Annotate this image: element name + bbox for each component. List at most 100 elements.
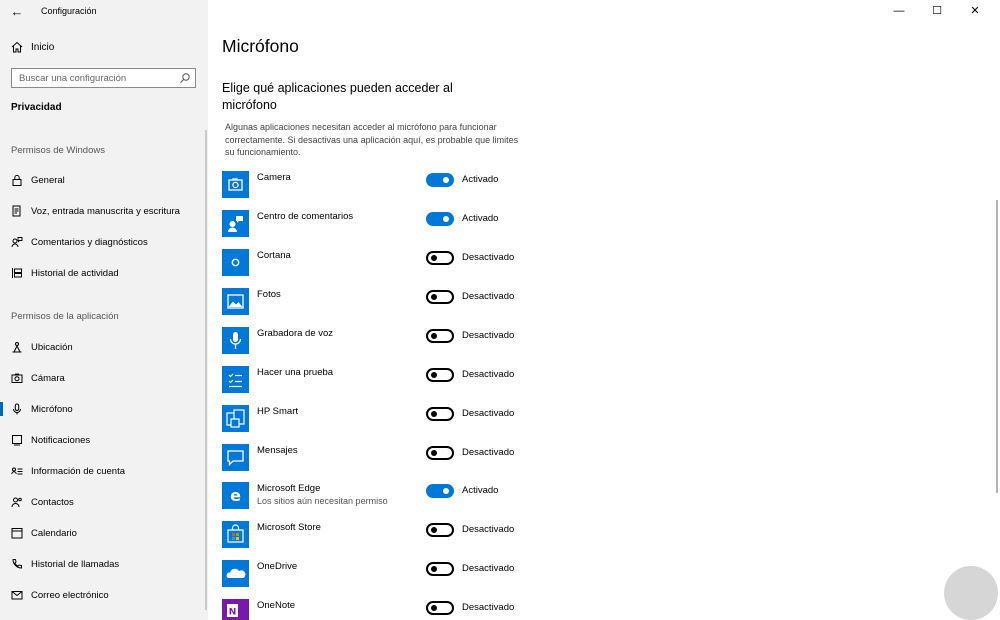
sidebar-item-location[interactable]: Ubicación [0,335,208,359]
title-bar: ← Configuración [0,0,208,24]
edge-icon: e [222,482,249,509]
toggle-state-label: Desactivado [462,563,515,574]
toggle-knob [431,527,437,533]
sidebar-item-label: General [31,175,65,186]
app-row-onenote: N OneNote Desactivado [222,599,522,620]
photos-icon [222,288,249,315]
contacts-icon [11,497,22,508]
svg-text:e: e [230,486,241,505]
app-name: Cortana [257,250,291,261]
sidebar-item-calendar[interactable]: Calendario [0,521,208,545]
location-icon [12,342,22,353]
home-nav-item[interactable]: Inicio [0,38,208,58]
toggle-switch[interactable] [426,290,454,304]
back-button[interactable]: ← [8,4,26,20]
search-icon[interactable] [179,72,191,84]
toggle-switch[interactable] [426,562,454,576]
document-pen-icon [12,205,21,217]
account-info-icon [11,467,23,475]
section-description: Algunas aplicaciones necesitan acceder a… [225,122,519,157]
sidebar-item-label: Micrófono [31,404,73,415]
toggle-switch[interactable] [426,407,454,421]
app-name: Grabadora de voz [257,328,334,339]
window-controls: — ☐ ✕ [880,0,1000,24]
toggle-knob [431,294,437,300]
timeline-icon [12,268,22,278]
app-row-hp-smart: HP Smart Desactivado [222,405,522,435]
search-input[interactable] [12,69,177,87]
toggle-switch[interactable] [426,446,454,460]
mail-icon [11,591,23,600]
toggle-switch[interactable] [426,523,454,537]
sidebar-item-activity[interactable]: Historial de actividad [0,261,208,285]
feedback-hub-icon [222,210,249,237]
toggle-knob [431,333,437,339]
toggle-knob [431,411,437,417]
sidebar-item-account-info[interactable]: Información de cuenta [0,459,208,483]
toggle-state-label: Desactivado [462,252,515,263]
sidebar-item-email[interactable]: Correo electrónico [0,583,208,607]
test-checklist-icon [222,366,249,393]
app-row-messages: Mensajes Desactivado [222,444,522,474]
toggle-state-label: Desactivado [462,369,515,380]
home-label: Inicio [31,42,55,53]
sidebar-item-label: Historial de actividad [31,268,119,279]
sidebar-item-label: Cámara [31,373,65,384]
camera-app-icon [222,171,249,198]
group-header-app-permissions: Permisos de la aplicación [11,311,119,322]
toggle-knob [431,372,437,378]
app-name: Centro de comentarios [257,211,354,222]
toggle-switch[interactable] [426,251,454,265]
toggle-switch[interactable] [426,212,454,226]
hp-smart-icon [222,405,249,432]
toggle-switch[interactable] [426,329,454,343]
app-row-photos: Fotos Desactivado [222,288,522,318]
section-subheading: Elige qué aplicaciones pueden acceder al… [222,81,453,112]
sidebar-item-general[interactable]: General [0,168,208,192]
sidebar-item-feedback[interactable]: Comentarios y diagnósticos [0,230,208,254]
cortana-icon [222,249,249,276]
sidebar-item-contacts[interactable]: Contactos [0,490,208,514]
toggle-knob [443,216,449,222]
sidebar-item-call-history[interactable]: Historial de llamadas [0,552,208,576]
toggle-state-label: Desactivado [462,291,515,302]
toggle-knob [431,605,437,611]
lock-icon [12,174,22,186]
app-row-camera: Camera Activado [222,171,522,201]
sidebar-item-voice[interactable]: Voz, entrada manuscrita y escritura [0,199,208,223]
notification-icon [12,435,22,446]
toggle-switch[interactable] [426,484,454,498]
toggle-state-label: Activado [462,485,499,496]
app-subtitle: Los sitios aún necesitan permiso [257,496,388,506]
search-box[interactable] [11,68,196,88]
camera-icon [11,373,23,383]
close-button[interactable]: ✕ [956,0,994,22]
toggle-knob [431,450,437,456]
app-name: Microsoft Store [257,522,321,533]
home-icon [11,41,23,53]
toggle-knob [443,177,449,183]
minimize-button[interactable]: — [880,0,918,22]
app-name: Microsoft Edge [257,483,321,494]
maximize-button[interactable]: ☐ [918,0,956,22]
calendar-icon [11,528,23,539]
toggle-state-label: Activado [462,174,499,185]
app-row-edge: e Microsoft Edge Los sitios aún necesita… [222,482,522,512]
app-title: Configuración [41,6,97,16]
store-icon [222,521,249,548]
sidebar-item-camera[interactable]: Cámara [0,366,208,390]
toggle-switch[interactable] [426,368,454,382]
sidebar-item-microphone[interactable]: Micrófono [0,397,208,421]
toggle-switch[interactable] [426,173,454,187]
toggle-knob [443,488,449,494]
app-name: OneDrive [257,561,298,572]
toggle-state-label: Desactivado [462,602,515,613]
sidebar-item-label: Notificaciones [31,435,91,446]
sidebar-scrollbar[interactable] [205,130,207,610]
toggle-switch[interactable] [426,601,454,615]
app-name: Hacer una prueba [257,367,334,378]
main-scrollbar[interactable] [996,200,998,493]
toggle-state-label: Activado [462,213,499,224]
voice-recorder-icon [222,327,249,354]
sidebar-item-notifications[interactable]: Notificaciones [0,428,208,452]
